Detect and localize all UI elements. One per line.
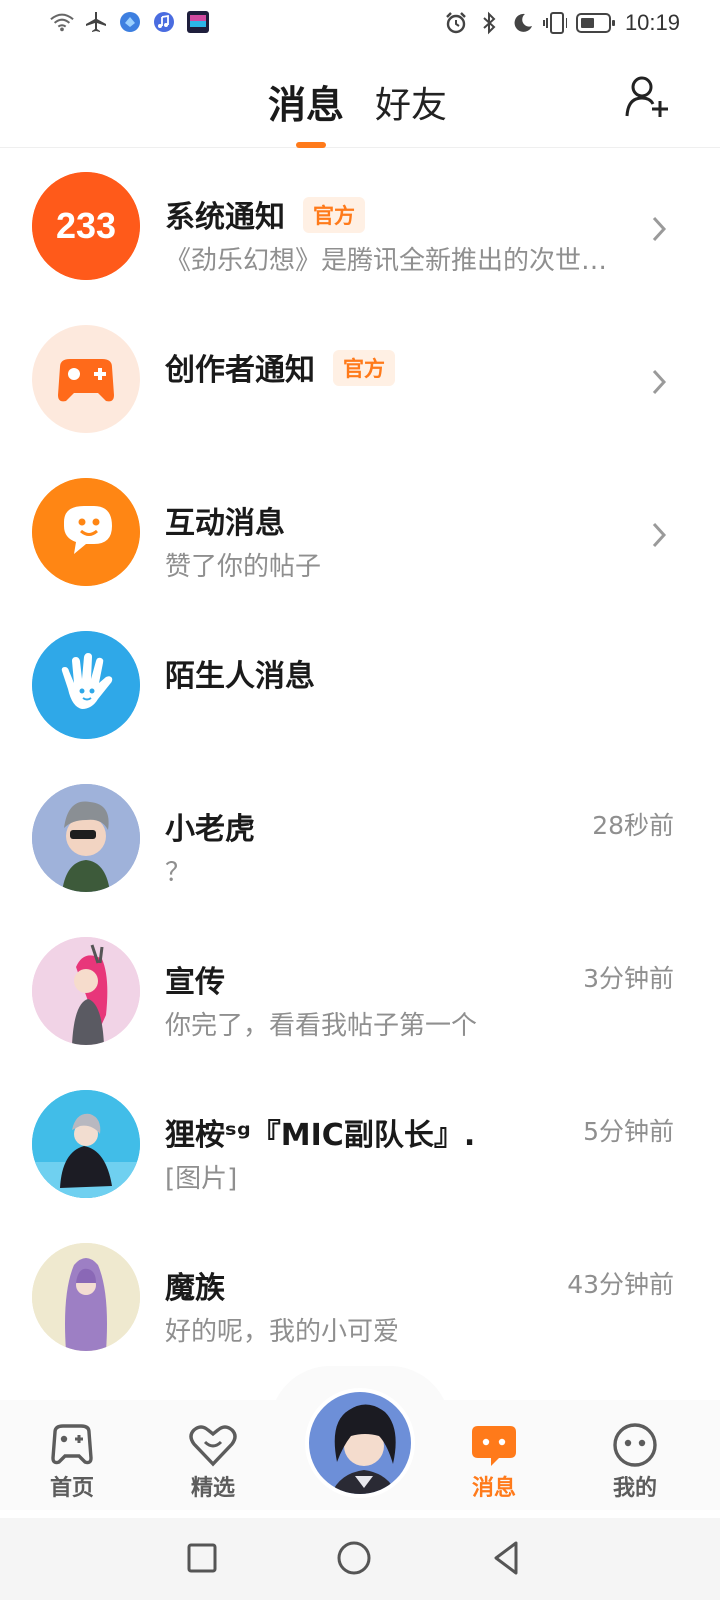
chevron-right-icon	[648, 214, 670, 244]
official-badge: 官方	[303, 197, 365, 233]
list-item-preview: ？	[165, 858, 192, 888]
moon-icon	[510, 11, 534, 35]
list-item-preview: 赞了你的帖子	[165, 552, 322, 582]
app-notification-icon	[118, 10, 142, 34]
avatar	[32, 784, 140, 892]
face-icon	[610, 1422, 660, 1468]
add-friend-icon[interactable]	[624, 74, 670, 120]
alarm-icon	[444, 11, 468, 35]
list-item-title: 狸桉ˢᵍ『MIC副队长』.	[165, 1118, 476, 1153]
system-notice-avatar: 233	[32, 172, 140, 280]
recent-apps-icon[interactable]	[182, 1538, 222, 1578]
list-item-time: 28秒前	[592, 811, 674, 840]
list-item[interactable]: 魔族 好的呢，我的小可爱 43分钟前	[0, 1225, 720, 1381]
nav-label: 我的	[612, 1476, 657, 1501]
heart-icon	[188, 1422, 238, 1468]
nav-item-profile[interactable]: 我的	[590, 1422, 680, 1502]
list-item-title: 小老虎	[165, 812, 255, 847]
avatar	[32, 1090, 140, 1198]
list-item-title: 魔族	[165, 1271, 225, 1306]
list-item-title: 互动消息	[165, 506, 285, 541]
nav-item-home[interactable]: 首页	[27, 1422, 117, 1502]
official-badge: 官方	[333, 350, 395, 386]
status-time: 10:19	[624, 10, 680, 35]
chat-bubble-icon	[32, 478, 140, 586]
system-nav-bar	[0, 1518, 720, 1600]
vibrate-icon	[542, 11, 567, 35]
avatar	[32, 1243, 140, 1351]
tab-friends[interactable]: 好友	[375, 76, 447, 128]
airplane-icon	[84, 10, 108, 34]
hand-icon	[32, 631, 140, 739]
nav-label: 消息	[471, 1476, 516, 1501]
list-item-title: 创作者通知 官方	[165, 345, 395, 389]
list-item-time: 43分钟前	[567, 1270, 674, 1299]
gamepad-icon	[58, 359, 114, 402]
list-item[interactable]: 233 系统通知 官方 《劲乐幻想》是腾讯全新推出的次世…	[0, 154, 720, 310]
battery-icon	[575, 11, 616, 35]
233-logo: 233	[56, 205, 116, 246]
list-item[interactable]: 宣传 你完了，看看我帖子第一个 3分钟前	[0, 919, 720, 1075]
status-bar-left	[50, 10, 210, 34]
list-item[interactable]: 狸桉ˢᵍ『MIC副队长』. [图片] 5分钟前	[0, 1072, 720, 1228]
list-item[interactable]: 小老虎 ？ 28秒前	[0, 766, 720, 922]
list-item[interactable]: 创作者通知 官方	[0, 307, 720, 463]
header: 消息 好友	[0, 56, 720, 148]
list-item-preview: 好的呢，我的小可爱	[165, 1317, 400, 1347]
list-item-preview: 《劲乐幻想》是腾讯全新推出的次世…	[165, 246, 608, 276]
list-item-title: 宣传	[165, 965, 225, 1000]
gallery-icon	[186, 10, 210, 34]
message-icon	[469, 1422, 519, 1468]
list-item-preview: 你完了，看看我帖子第一个	[165, 1011, 478, 1041]
status-bar-right: 10:19	[444, 10, 680, 36]
wifi-icon	[50, 10, 74, 34]
tab-messages[interactable]: 消息	[268, 74, 344, 129]
bluetooth-icon	[477, 11, 501, 35]
home-icon[interactable]	[334, 1538, 374, 1578]
list-item-title: 系统通知 官方	[165, 192, 365, 236]
avatar	[32, 937, 140, 1045]
interaction-avatar	[32, 478, 140, 586]
list-item-time: 3分钟前	[583, 964, 674, 993]
creator-notice-avatar	[32, 325, 140, 433]
nav-item-featured[interactable]: 精选	[168, 1422, 258, 1502]
nav-item-messages[interactable]: 消息	[449, 1422, 539, 1502]
nav-label: 首页	[49, 1476, 94, 1501]
nav-label: 精选	[190, 1476, 235, 1501]
chevron-right-icon	[648, 367, 670, 397]
list-item-time: 5分钟前	[583, 1117, 674, 1146]
gamepad-icon	[47, 1422, 97, 1468]
tab-indicator	[296, 142, 326, 148]
list-item-preview: [图片]	[165, 1164, 238, 1194]
stranger-avatar	[32, 631, 140, 739]
back-icon[interactable]	[486, 1538, 526, 1578]
list-item[interactable]: 陌生人消息	[0, 613, 720, 769]
chevron-right-icon	[648, 520, 670, 550]
list-item[interactable]: 互动消息 赞了你的帖子	[0, 460, 720, 616]
music-icon	[152, 10, 176, 34]
center-avatar-button[interactable]	[305, 1388, 415, 1498]
list-item-title: 陌生人消息	[165, 659, 315, 694]
status-bar: 10:19	[0, 0, 720, 48]
